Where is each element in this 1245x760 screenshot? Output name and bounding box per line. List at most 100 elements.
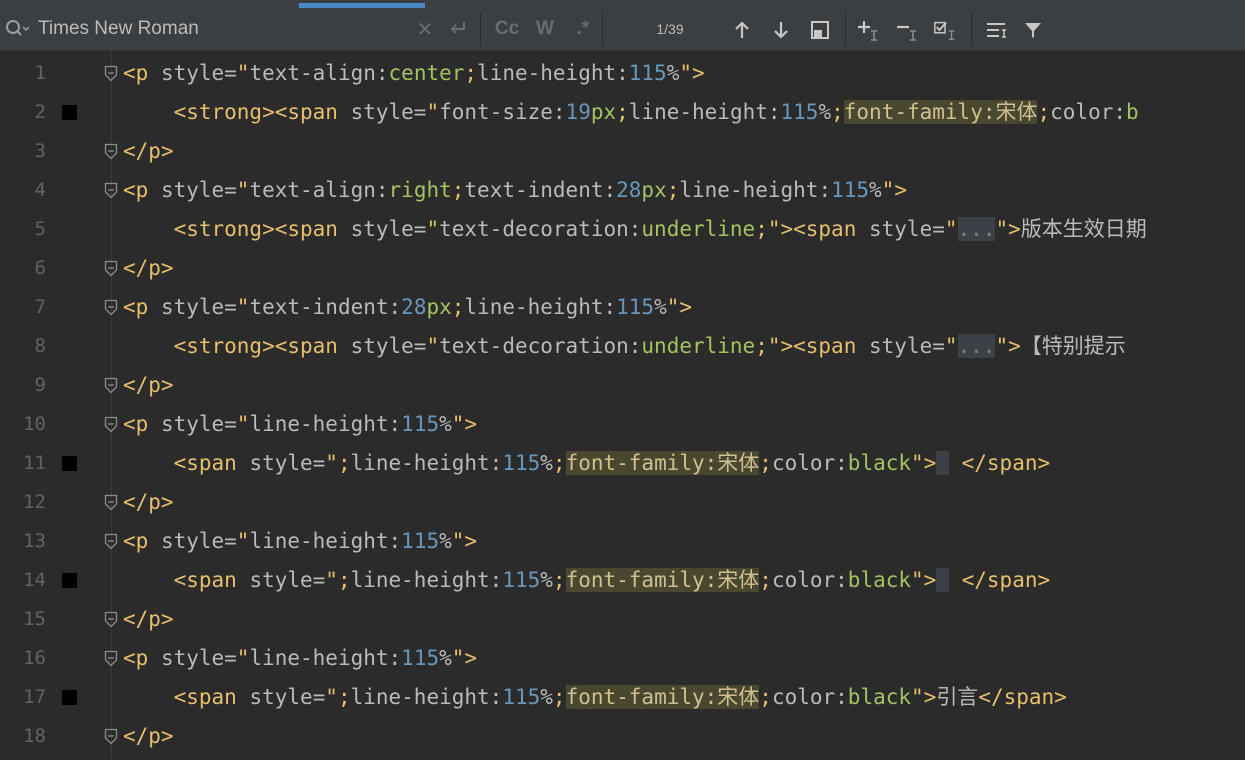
code-line[interactable]: 18 </p> <box>0 717 1245 756</box>
code-line[interactable]: 17 <span style=";line-height:115%;font-f… <box>0 678 1245 717</box>
code-line[interactable]: 15 </p> <box>0 600 1245 639</box>
add-occurrence-icon[interactable] <box>856 18 882 42</box>
line-number[interactable]: 15 <box>0 600 46 639</box>
code-content[interactable]: <p style="text-align:center;line-height:… <box>123 54 705 93</box>
code-content[interactable]: </p> <box>123 483 174 522</box>
line-number[interactable]: 1 <box>0 54 46 93</box>
code-line[interactable]: 14 <span style=";line-height:115%;font-f… <box>0 561 1245 600</box>
line-number[interactable]: 7 <box>0 288 46 327</box>
code-tag: </p> <box>123 607 174 631</box>
code-line[interactable]: 12 </p> <box>0 483 1245 522</box>
code-value: center <box>388 61 465 85</box>
line-number[interactable]: 14 <box>0 561 46 600</box>
code-line[interactable]: 7 <p style="text-indent:28px;line-height:… <box>0 288 1245 327</box>
fold-marker-icon[interactable] <box>104 728 118 745</box>
line-number[interactable]: 17 <box>0 678 46 717</box>
code-attribute: text-decoration: <box>439 217 642 241</box>
code-content[interactable]: <span style=";line-height:115%;font-fami… <box>123 444 1050 483</box>
fold-marker-icon[interactable] <box>104 143 118 160</box>
code-content[interactable]: </p> <box>123 249 174 288</box>
code-line[interactable]: 10 <p style="line-height:115%"> <box>0 405 1245 444</box>
code-value: black <box>847 568 912 592</box>
code-line[interactable]: 6 </p> <box>0 249 1245 288</box>
code-content[interactable]: <p style="text-indent:28px;line-height:1… <box>123 288 692 327</box>
bookmark-marker-icon[interactable] <box>62 690 77 705</box>
code-line[interactable]: 8 <strong><span style="text-decoration:u… <box>0 327 1245 366</box>
code-content[interactable]: <p style="line-height:115%"> <box>123 639 477 678</box>
code-line[interactable]: 11 <span style=";line-height:115%;font-f… <box>0 444 1245 483</box>
code-content[interactable]: <p style="line-height:115%"> <box>123 522 477 561</box>
code-value: px <box>641 178 667 202</box>
bookmark-marker-icon[interactable] <box>62 573 77 588</box>
code-line[interactable]: 3 </p> <box>0 132 1245 171</box>
code-content[interactable]: </p> <box>123 366 174 405</box>
new-line-icon[interactable] <box>446 18 470 40</box>
code-line[interactable]: 13 <p style="line-height:115%"> <box>0 522 1245 561</box>
code-content[interactable]: </p> <box>123 600 174 639</box>
fold-marker-icon[interactable] <box>104 494 118 511</box>
code-tag: "> <box>995 217 1021 241</box>
line-number[interactable]: 6 <box>0 249 46 288</box>
code-line[interactable]: 9 </p> <box>0 366 1245 405</box>
line-number[interactable]: 3 <box>0 132 46 171</box>
fold-marker-icon[interactable] <box>104 299 118 316</box>
line-number[interactable]: 18 <box>0 717 46 756</box>
code-content[interactable]: <strong><span style="text-decoration:und… <box>123 327 1126 366</box>
search-input[interactable] <box>32 14 424 44</box>
arrow-up-icon[interactable] <box>729 18 755 42</box>
search-icon[interactable] <box>4 18 30 40</box>
line-number[interactable]: 4 <box>0 171 46 210</box>
fold-marker-icon[interactable] <box>104 611 118 628</box>
line-number[interactable]: 8 <box>0 327 46 366</box>
folded-placeholder <box>936 451 949 475</box>
fold-marker-icon[interactable] <box>104 533 118 550</box>
search-match-highlight: font-family:宋体 <box>565 685 760 709</box>
bookmark-marker-icon[interactable] <box>62 456 77 471</box>
line-number[interactable]: 2 <box>0 93 46 132</box>
line-number[interactable]: 16 <box>0 639 46 678</box>
line-number[interactable]: 12 <box>0 483 46 522</box>
fold-marker-icon[interactable] <box>104 65 118 82</box>
code-attribute: % <box>439 529 452 553</box>
code-line[interactable]: 4 <p style="text-align:right;text-indent:… <box>0 171 1245 210</box>
code-content[interactable]: <strong><span style="text-decoration:und… <box>123 210 1147 249</box>
code-content[interactable]: <span style=";line-height:115%;font-fami… <box>123 561 1050 600</box>
code-content[interactable]: <strong><span style="font-size:19px;line… <box>123 93 1139 132</box>
code-value: right <box>388 178 452 202</box>
arrow-down-icon[interactable] <box>768 18 794 42</box>
code-attribute: % <box>654 295 667 319</box>
code-tag: ; <box>1037 100 1051 124</box>
fold-marker-icon[interactable] <box>104 650 118 667</box>
code-content[interactable]: <p style="line-height:115%"> <box>123 405 477 444</box>
code-content[interactable]: </p> <box>123 717 174 756</box>
line-number[interactable]: 5 <box>0 210 46 249</box>
code-content[interactable]: <span style=";line-height:115%;font-fami… <box>123 678 1067 717</box>
fold-marker-icon[interactable] <box>104 416 118 433</box>
code-content[interactable]: </p> <box>123 132 174 171</box>
code-line[interactable]: 16 <p style="line-height:115%"> <box>0 639 1245 678</box>
code-tag: </p> <box>123 139 174 163</box>
code-content[interactable]: <p style="text-align:right;text-indent:2… <box>123 171 907 210</box>
line-number[interactable]: 11 <box>0 444 46 483</box>
code-line[interactable]: 5 <strong><span style="text-decoration:u… <box>0 210 1245 249</box>
match-case-icon[interactable]: Cc <box>490 16 524 42</box>
code-line[interactable]: 2 <strong><span style="font-size:19px;li… <box>0 93 1245 132</box>
code-line[interactable]: 1 <p style="text-align:center;line-height… <box>0 54 1245 93</box>
words-icon[interactable]: W <box>530 16 560 42</box>
bookmark-marker-icon[interactable] <box>62 105 77 120</box>
line-number[interactable]: 9 <box>0 366 46 405</box>
fold-marker-icon[interactable] <box>104 377 118 394</box>
fold-marker-icon[interactable] <box>104 260 118 277</box>
fold-marker-icon[interactable] <box>104 182 118 199</box>
select-all-icon[interactable] <box>807 18 833 42</box>
filter-icon[interactable] <box>1020 18 1046 42</box>
regex-icon[interactable]: .* <box>568 16 598 42</box>
line-number[interactable]: 13 <box>0 522 46 561</box>
remove-occurrence-icon[interactable] <box>895 18 921 42</box>
toggle-occurrence-icon[interactable] <box>933 18 959 42</box>
code-tag: <span <box>173 451 250 475</box>
clear-icon[interactable]: ✕ <box>414 18 436 41</box>
line-number[interactable]: 10 <box>0 405 46 444</box>
code-tag: ; <box>759 685 772 709</box>
find-options-icon[interactable] <box>984 18 1010 42</box>
